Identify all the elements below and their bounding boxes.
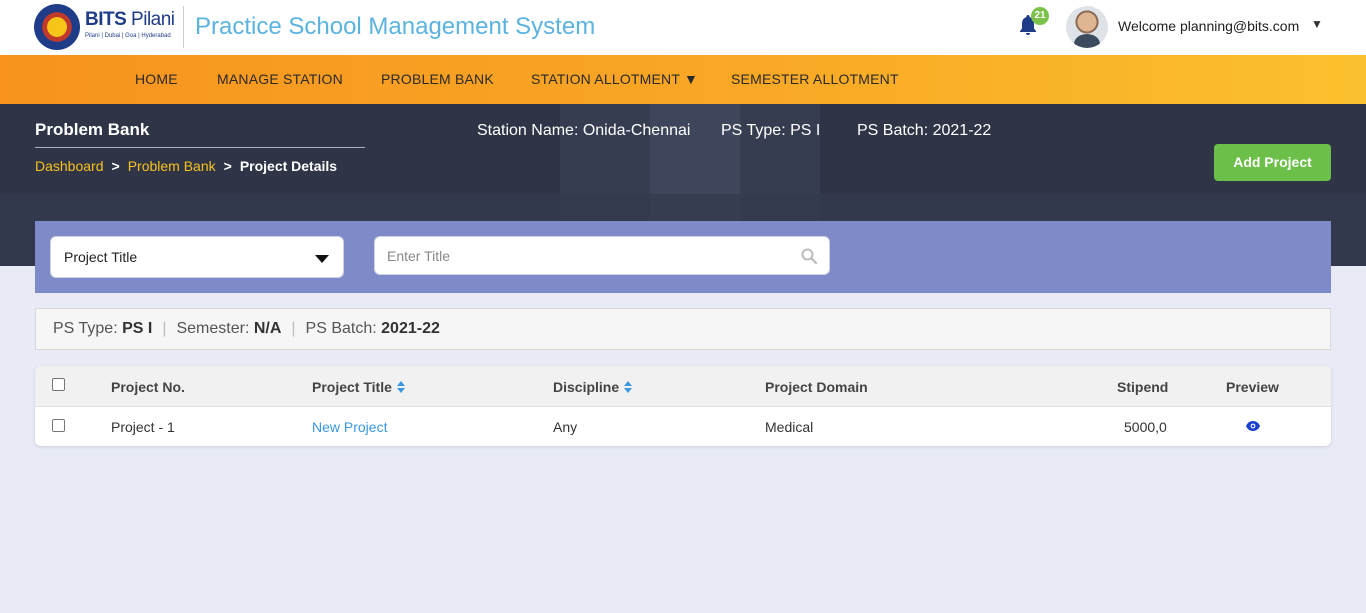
welcome-text: Welcome planning@bits.com bbox=[1118, 18, 1300, 34]
cell-project-title-link[interactable]: New Project bbox=[312, 419, 387, 435]
search-icon[interactable] bbox=[801, 248, 817, 264]
header-project-title-label: Project Title bbox=[312, 379, 392, 395]
summary-text: PS Type: PS I | Semester: N/A | PS Batch: 20… bbox=[53, 320, 440, 338]
cell-project-no: Project - 1 bbox=[111, 419, 175, 435]
avatar[interactable] bbox=[1066, 6, 1108, 48]
cell-project-domain: Medical bbox=[765, 419, 814, 435]
nav-semester-allotment[interactable]: SEMESTER ALLOTMENT bbox=[731, 71, 899, 87]
summary-semester-label: Semester: bbox=[176, 320, 254, 337]
logo-subtext: Pilani | Dubai | Goa | Hyderabad bbox=[85, 33, 171, 39]
summary-divider: | bbox=[291, 320, 296, 337]
breadcrumb-current: Project Details bbox=[239, 158, 338, 174]
cell-stipend: 5000,0 bbox=[1124, 419, 1167, 435]
app-title: Practice School Management System bbox=[195, 13, 596, 40]
summary-semester-value: N/A bbox=[253, 320, 282, 337]
main-nav: HOME MANAGE STATION PROBLEM BANK STATION… bbox=[0, 55, 1366, 104]
add-project-button[interactable]: Add Project bbox=[1214, 144, 1331, 181]
nav-home[interactable]: HOME bbox=[135, 71, 178, 87]
top-header: BITS Pilani Pilani | Dubai | Goa | Hyder… bbox=[0, 0, 1366, 55]
search-box bbox=[374, 236, 830, 275]
sort-icon[interactable] bbox=[396, 381, 405, 393]
header-stipend: Stipend bbox=[1117, 379, 1169, 395]
row-checkbox[interactable] bbox=[52, 419, 65, 432]
projects-table: Project No. Project Title Discipline Pro… bbox=[35, 366, 1331, 446]
header-project-no: Project No. bbox=[111, 379, 185, 395]
header-preview: Preview bbox=[1226, 379, 1279, 395]
nav-manage-station[interactable]: MANAGE STATION bbox=[217, 71, 343, 87]
bits-logo[interactable] bbox=[34, 4, 80, 50]
search-field-select[interactable]: Project Title bbox=[50, 236, 344, 278]
ps-type: PS Type: PS I bbox=[721, 122, 821, 139]
notification-badge: 21 bbox=[1031, 7, 1049, 25]
nav-station-allotment[interactable]: STATION ALLOTMENT ▼ bbox=[531, 71, 698, 87]
select-all-checkbox[interactable] bbox=[52, 378, 65, 391]
summary-divider: | bbox=[162, 320, 167, 337]
station-name: Station Name: Onida-Chennai bbox=[477, 122, 691, 139]
breadcrumb-problem-bank[interactable]: Problem Bank bbox=[128, 158, 216, 174]
select-value: Project Title bbox=[64, 249, 138, 265]
page-title: Problem Bank bbox=[35, 120, 150, 139]
project-summary: PS Type: PS I | Semester: N/A | PS Batch: 20… bbox=[35, 308, 1331, 350]
search-input[interactable] bbox=[387, 246, 787, 266]
nav-problem-bank[interactable]: PROBLEM BANK bbox=[381, 71, 494, 87]
cell-discipline: Any bbox=[553, 419, 578, 435]
logo-text-thin: Pilani bbox=[126, 9, 175, 30]
header-project-domain: Project Domain bbox=[765, 379, 868, 395]
logo-wordmark: BITS Pilani Pilani | Dubai | Goa | Hyder… bbox=[85, 9, 175, 39]
filter-bar: Project Title bbox=[35, 221, 1331, 293]
summary-batch-value: 2021-22 bbox=[381, 320, 440, 337]
ps-batch: PS Batch: 2021-22 bbox=[857, 122, 992, 139]
chevron-down-icon[interactable]: ▼ bbox=[1311, 17, 1323, 31]
header-project-title[interactable]: Project Title bbox=[312, 379, 405, 395]
eye-icon[interactable] bbox=[1246, 421, 1260, 431]
header-divider bbox=[183, 6, 184, 48]
logo-text-bold: BITS bbox=[85, 9, 127, 30]
summary-batch-label: PS Batch: bbox=[305, 320, 382, 337]
breadcrumb-dashboard[interactable]: Dashboard bbox=[35, 158, 104, 174]
header-discipline-label: Discipline bbox=[553, 379, 620, 395]
breadcrumb-separator: > bbox=[223, 158, 232, 174]
summary-ps-type-value: PS I bbox=[122, 320, 153, 337]
summary-ps-type-label: PS Type: bbox=[53, 320, 123, 337]
header-discipline[interactable]: Discipline bbox=[553, 379, 633, 395]
sort-icon[interactable] bbox=[624, 381, 633, 393]
breadcrumb-separator: > bbox=[111, 158, 120, 174]
table-header: Project No. Project Title Discipline Pro… bbox=[35, 366, 1331, 407]
chevron-down-icon bbox=[315, 255, 329, 263]
breadcrumb: Dashboard > Problem Bank > Project Details bbox=[35, 158, 337, 174]
title-underline bbox=[35, 147, 365, 148]
